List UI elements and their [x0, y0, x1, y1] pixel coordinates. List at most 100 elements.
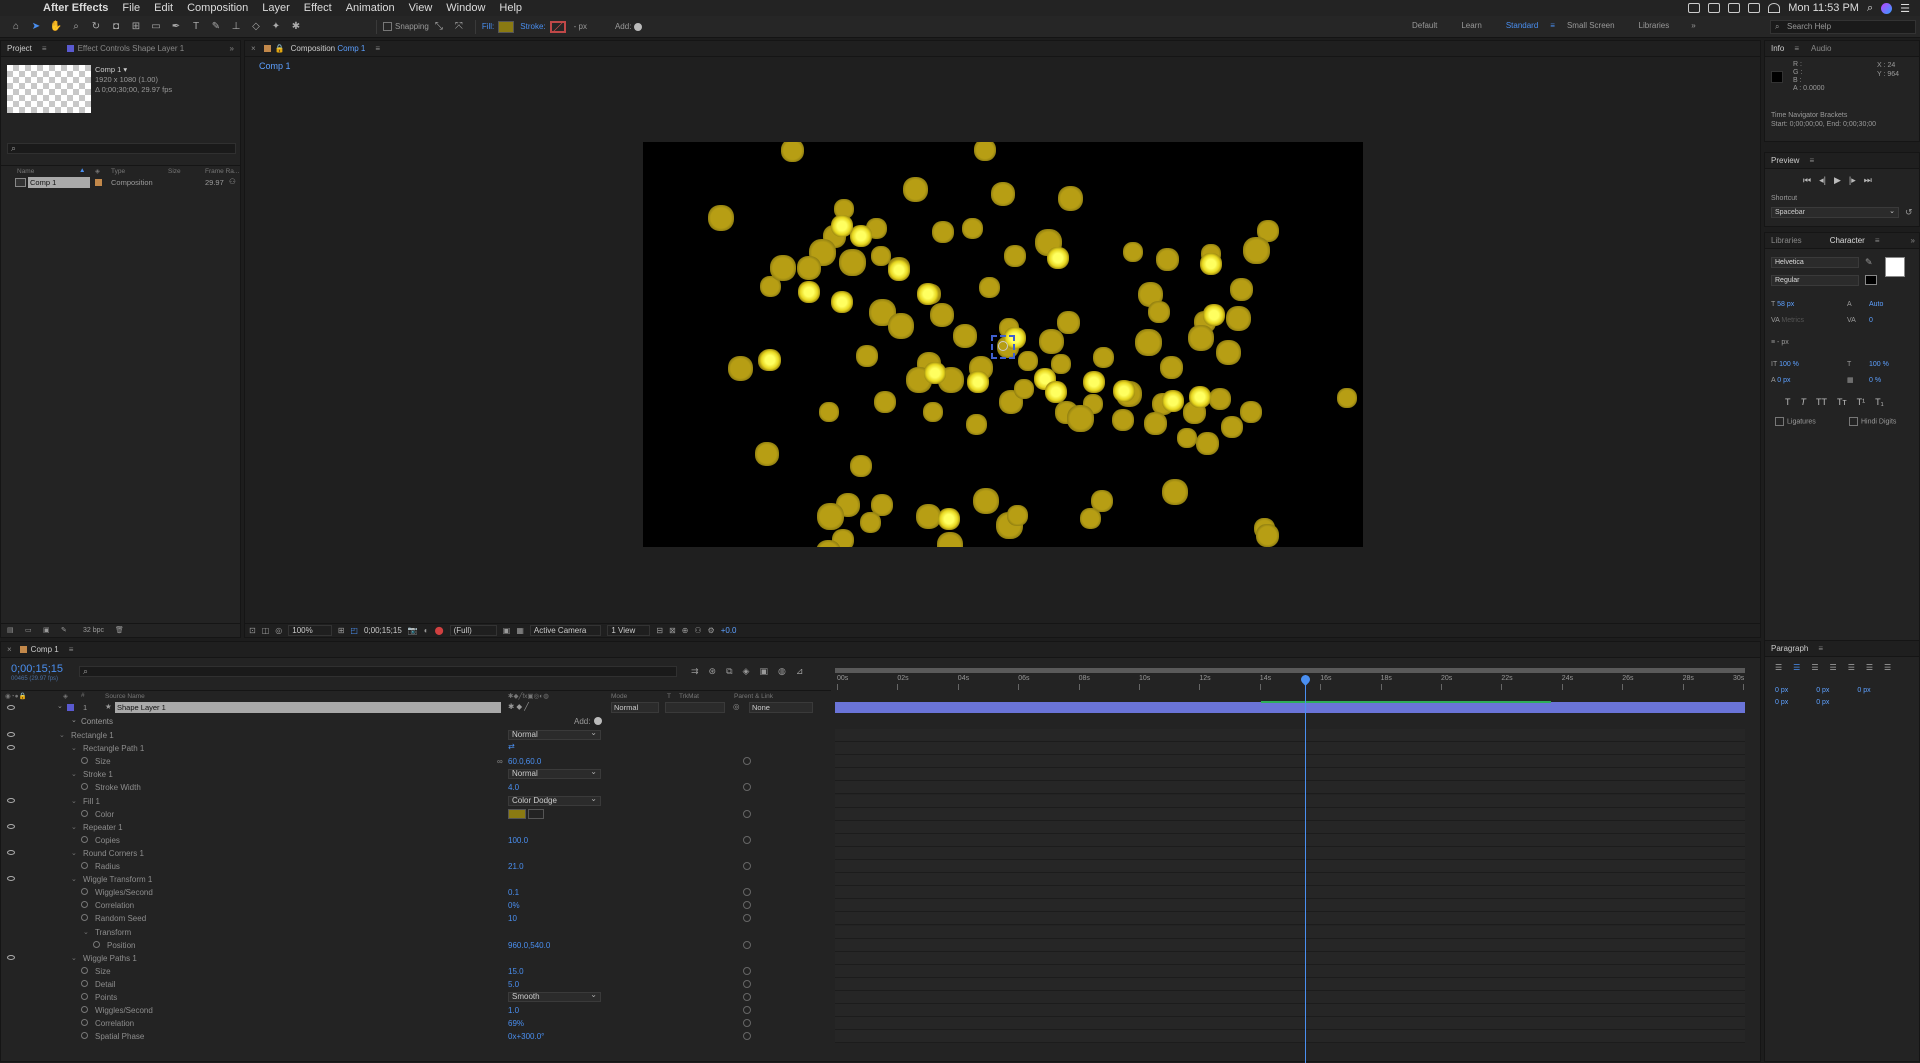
workspace-standard[interactable]: Standard: [1506, 21, 1538, 30]
snapping-checkbox[interactable]: Snapping: [383, 22, 429, 32]
flowchart-icon[interactable]: ⚇: [229, 177, 236, 186]
align-right-icon[interactable]: ☰: [1811, 663, 1818, 672]
first-frame-icon[interactable]: ⏮: [1803, 175, 1811, 186]
checkbox-icon[interactable]: [1849, 417, 1858, 426]
property-track[interactable]: [835, 781, 1745, 795]
stopwatch-icon[interactable]: [81, 1032, 88, 1040]
tab-libraries[interactable]: Libraries: [1771, 236, 1802, 245]
siri-icon[interactable]: [1881, 2, 1893, 14]
expand-icon[interactable]: ⌄: [71, 716, 77, 724]
visibility-icon[interactable]: [7, 823, 15, 829]
play-icon[interactable]: ▶: [1834, 175, 1841, 186]
pen-tool-icon[interactable]: ✒: [168, 19, 184, 35]
expression-pickwhip-icon[interactable]: [743, 862, 751, 870]
overflow-icon[interactable]: »: [1691, 21, 1695, 30]
property-track[interactable]: [835, 768, 1745, 782]
property-value[interactable]: 100.0: [508, 836, 528, 845]
vr-icon[interactable]: ◫: [262, 626, 270, 635]
fit-icon[interactable]: ⊞: [338, 626, 345, 635]
rotate-tool-icon[interactable]: ↻: [88, 19, 104, 35]
subscript-icon[interactable]: T₁: [1875, 397, 1884, 407]
snap-feature-icon[interactable]: ⤧: [451, 19, 467, 35]
property-row[interactable]: ⌄ Repeater 1: [1, 821, 831, 834]
expand-icon[interactable]: ⌄: [71, 954, 77, 962]
faux-italic-icon[interactable]: T: [1801, 397, 1807, 407]
indent-first[interactable]: 0 px: [1816, 687, 1829, 694]
home-icon[interactable]: ⌂: [8, 19, 24, 35]
eyedropper-icon[interactable]: [528, 808, 544, 819]
tab-project[interactable]: Project: [7, 44, 32, 53]
stopwatch-icon[interactable]: [81, 1006, 88, 1014]
property-track[interactable]: [835, 729, 1745, 742]
property-value[interactable]: 4.0: [508, 783, 519, 792]
snapshot-icon[interactable]: 📷: [408, 626, 418, 635]
timeline-current-time[interactable]: 0;00;15;15: [11, 663, 63, 675]
graph-editor-icon[interactable]: ▣: [759, 666, 768, 677]
property-dropdown[interactable]: Smooth: [508, 991, 601, 1002]
panel-menu-icon[interactable]: ≡: [1818, 644, 1823, 653]
wifi-icon[interactable]: [1768, 3, 1781, 13]
expand-icon[interactable]: ⌄: [71, 823, 77, 831]
col-trkmat[interactable]: TrkMat: [679, 693, 699, 700]
stopwatch-icon[interactable]: [81, 888, 88, 896]
selection-tool-icon[interactable]: ➤: [28, 19, 44, 35]
visibility-icon[interactable]: [7, 797, 15, 803]
expression-pickwhip-icon[interactable]: [743, 979, 751, 988]
visibility-icon[interactable]: [7, 745, 15, 751]
property-row[interactable]: ⌄ Rectangle Path 1 ⇄: [1, 742, 831, 755]
expression-pickwhip-icon[interactable]: [743, 966, 751, 975]
parent-select[interactable]: None: [749, 702, 813, 713]
property-dropdown[interactable]: Normal: [508, 768, 601, 780]
col-size[interactable]: Size: [168, 168, 181, 175]
trash-icon[interactable]: 🗑: [115, 626, 124, 634]
apple-icon[interactable]: [14, 1, 28, 15]
property-track[interactable]: [835, 1030, 1745, 1044]
property-value[interactable]: 960.0,540.0: [508, 941, 550, 950]
property-row[interactable]: Copies 100.0: [1, 834, 831, 847]
new-folder-icon[interactable]: ▭: [25, 626, 32, 634]
anchor-point-handle[interactable]: [991, 335, 1015, 359]
visibility-icon[interactable]: [7, 732, 15, 737]
stopwatch-icon[interactable]: [81, 914, 88, 922]
add-label[interactable]: Add:: [615, 22, 631, 31]
panel-menu-icon[interactable]: ≡: [1794, 44, 1799, 53]
property-value[interactable]: 0.1: [508, 888, 519, 897]
property-track[interactable]: [835, 925, 1745, 939]
col-name[interactable]: Name: [17, 168, 34, 175]
expand-icon[interactable]: ⌄: [71, 849, 77, 857]
lock-icon[interactable]: 🔒: [275, 44, 285, 53]
tab-info[interactable]: Info: [1771, 44, 1784, 53]
layer-label-icon[interactable]: [67, 704, 74, 711]
shortcut-select[interactable]: Spacebar ⌄: [1771, 207, 1899, 218]
justify-center-icon[interactable]: ☰: [1848, 663, 1855, 672]
clock[interactable]: Mon 11:53 PM: [1788, 2, 1859, 14]
stopwatch-icon[interactable]: [81, 862, 88, 869]
fast-preview-icon[interactable]: ⊠: [669, 626, 676, 635]
playhead[interactable]: [1299, 673, 1313, 1063]
superscript-icon[interactable]: T¹: [1857, 397, 1866, 407]
comp-flowchart-icon[interactable]: ⇉: [691, 666, 699, 677]
bpc-label[interactable]: 32 bpc: [83, 627, 104, 634]
property-track[interactable]: [835, 807, 1745, 821]
panel-menu-icon[interactable]: ≡: [1809, 156, 1814, 165]
camera-select[interactable]: Active Camera: [529, 625, 602, 636]
property-row[interactable]: Wiggles/Second 0.1: [1, 886, 831, 899]
zoom-select[interactable]: 100%: [288, 625, 332, 636]
property-row[interactable]: ⌄ Round Corners 1: [1, 847, 831, 860]
visibility-icon[interactable]: [7, 849, 15, 855]
small-caps-icon[interactable]: Tт: [1837, 397, 1847, 407]
expand-icon[interactable]: ⌄: [71, 744, 77, 752]
property-track[interactable]: [835, 991, 1745, 1004]
property-row[interactable]: Correlation 0%: [1, 899, 831, 912]
property-value[interactable]: 0x+300.0°: [508, 1032, 544, 1041]
col-parent[interactable]: Parent & Link: [734, 693, 773, 700]
justify-right-icon[interactable]: ☰: [1866, 663, 1873, 672]
expression-pickwhip-icon[interactable]: [743, 1032, 751, 1041]
exposure-icon[interactable]: ⚙: [708, 626, 715, 635]
tab-preview[interactable]: Preview: [1771, 156, 1799, 165]
layer-row[interactable]: ⌄ 1 ★ Shape Layer 1 ✱ ◆ ╱ Normal ◎ None: [1, 702, 831, 713]
layer-name[interactable]: Shape Layer 1: [115, 702, 501, 713]
baseline-shift[interactable]: 0 px: [1777, 377, 1790, 384]
property-value[interactable]: 0%: [508, 901, 520, 910]
hindi-digits-checkbox[interactable]: Hindi Digits: [1849, 417, 1896, 426]
